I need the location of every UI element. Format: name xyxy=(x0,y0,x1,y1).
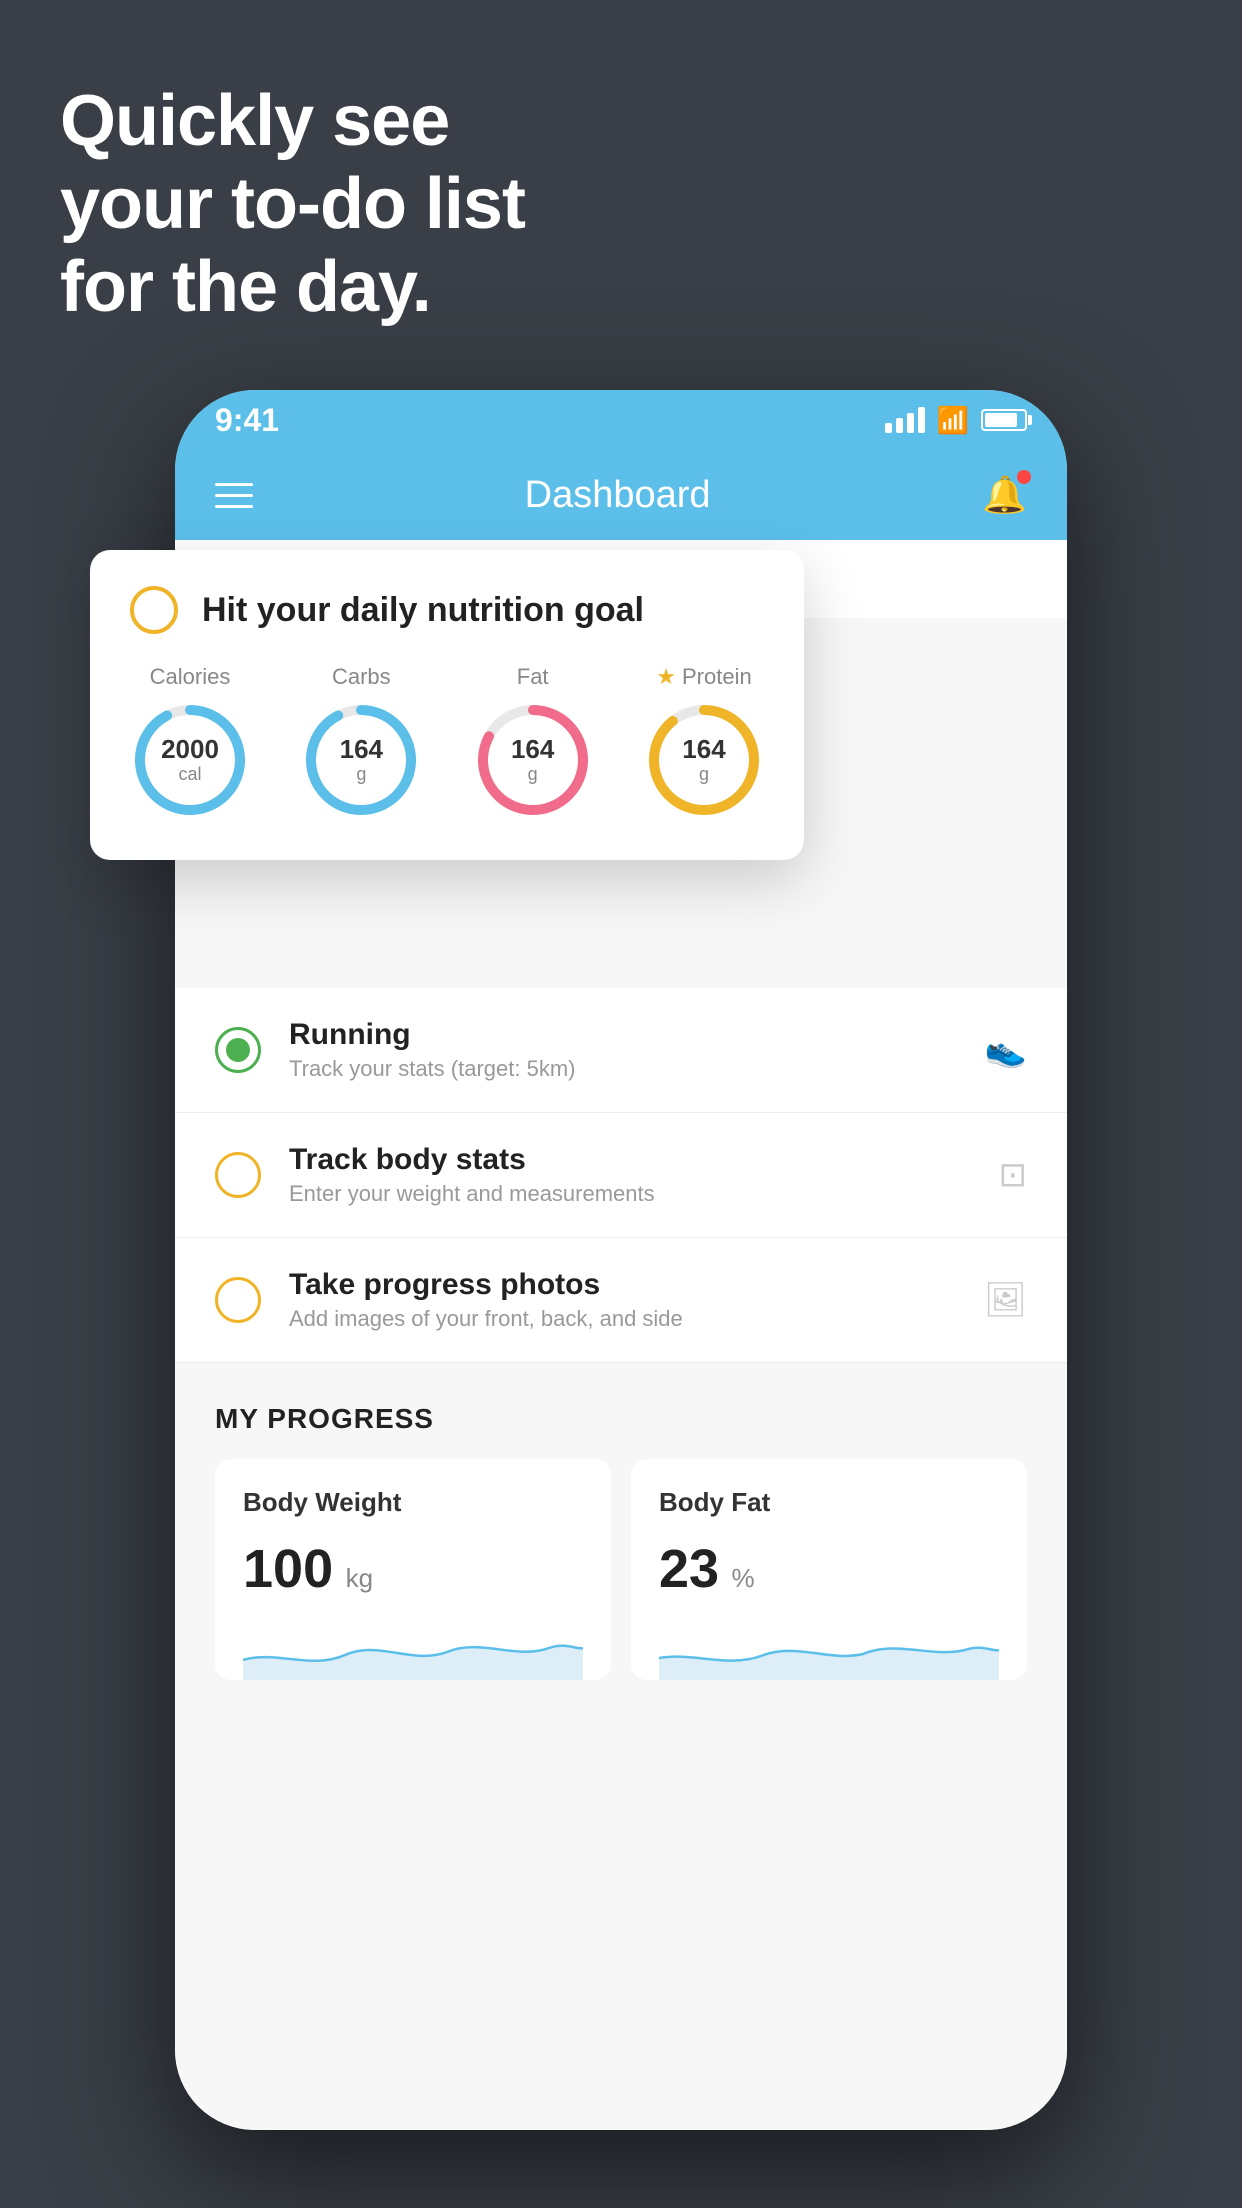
scale-icon: ⊡ xyxy=(999,1155,1028,1195)
todo-subtitle-running: Track your stats (target: 5km) xyxy=(289,1056,957,1082)
todo-text: Track body stats Enter your weight and m… xyxy=(289,1143,971,1207)
progress-chart-weight xyxy=(243,1620,583,1680)
todo-text: Take progress photos Add images of your … xyxy=(289,1268,956,1332)
todo-check-circle-green xyxy=(215,1027,261,1073)
todo-check-circle-yellow-2 xyxy=(215,1277,261,1323)
status-bar: 9:41 📶 xyxy=(175,390,1067,450)
progress-fat-value: 23 xyxy=(659,1539,719,1599)
wifi-icon: 📶 xyxy=(937,405,969,436)
donut-calories: 2000 cal xyxy=(130,700,250,820)
status-icons: 📶 xyxy=(885,405,1027,436)
todo-item-progress-photos[interactable]: Take progress photos Add images of your … xyxy=(175,1238,1067,1363)
progress-section: MY PROGRESS Body Weight 100 kg xyxy=(175,1363,1067,1700)
bell-icon[interactable]: 🔔 xyxy=(982,474,1027,516)
donut-unit-protein: g xyxy=(682,764,725,785)
progress-fat-unit: % xyxy=(732,1563,755,1593)
donut-unit-fat: g xyxy=(511,764,554,785)
progress-card-title-fat: Body Fat xyxy=(659,1487,999,1518)
status-time: 9:41 xyxy=(215,402,279,439)
todo-subtitle-body-stats: Enter your weight and measurements xyxy=(289,1181,971,1207)
progress-section-title: MY PROGRESS xyxy=(215,1403,1027,1435)
donut-value-calories: 2000 xyxy=(161,735,219,764)
todo-title-running: Running xyxy=(289,1018,957,1052)
stat-carbs: Carbs 164 g xyxy=(301,664,421,820)
todo-list: Running Track your stats (target: 5km) 👟… xyxy=(175,988,1067,1363)
todo-subtitle-progress-photos: Add images of your front, back, and side xyxy=(289,1306,956,1332)
progress-weight-unit: kg xyxy=(346,1563,373,1593)
nav-title: Dashboard xyxy=(525,474,711,517)
stat-label-protein: ★ Protein xyxy=(656,664,751,690)
star-icon: ★ xyxy=(656,664,676,690)
progress-card-body-fat[interactable]: Body Fat 23 % xyxy=(631,1459,1027,1680)
nutrition-card-title: Hit your daily nutrition goal xyxy=(202,591,644,630)
donut-fat: 164 g xyxy=(473,700,593,820)
donut-unit-calories: cal xyxy=(161,764,219,785)
todo-title-body-stats: Track body stats xyxy=(289,1143,971,1177)
progress-card-body-weight[interactable]: Body Weight 100 kg xyxy=(215,1459,611,1680)
progress-card-value-row-fat: 23 % xyxy=(659,1538,999,1600)
todo-item-body-stats[interactable]: Track body stats Enter your weight and m… xyxy=(175,1113,1067,1238)
stat-fat: Fat 164 g xyxy=(473,664,593,820)
headline: Quickly see your to-do list for the day. xyxy=(60,80,525,328)
progress-card-value-row-weight: 100 kg xyxy=(243,1538,583,1600)
todo-title-progress-photos: Take progress photos xyxy=(289,1268,956,1302)
progress-card-title-weight: Body Weight xyxy=(243,1487,583,1518)
nav-bar: Dashboard 🔔 xyxy=(175,450,1067,540)
donut-protein: 164 g xyxy=(644,700,764,820)
hamburger-menu-icon[interactable] xyxy=(215,483,253,508)
todo-check-circle-yellow xyxy=(215,1152,261,1198)
photo-icon: 🖼 xyxy=(984,1280,1027,1320)
battery-icon xyxy=(981,409,1027,431)
notification-dot xyxy=(1017,470,1031,484)
todo-text: Running Track your stats (target: 5km) xyxy=(289,1018,957,1082)
progress-cards: Body Weight 100 kg Body Fat xyxy=(215,1459,1027,1680)
donut-value-protein: 164 xyxy=(682,735,725,764)
donut-carbs: 164 g xyxy=(301,700,421,820)
stat-calories: Calories 2000 cal xyxy=(130,664,250,820)
nutrition-card[interactable]: Hit your daily nutrition goal Calories 2… xyxy=(90,550,804,860)
stat-label-fat: Fat xyxy=(517,664,549,690)
signal-bars-icon xyxy=(885,407,925,433)
nutrition-stats: Calories 2000 cal Carbs xyxy=(130,664,764,820)
stat-protein: ★ Protein 164 g xyxy=(644,664,764,820)
nutrition-check-circle xyxy=(130,586,178,634)
progress-weight-value: 100 xyxy=(243,1539,333,1599)
donut-unit-carbs: g xyxy=(340,764,383,785)
donut-value-carbs: 164 xyxy=(340,735,383,764)
running-shoe-icon: 👟 xyxy=(985,1030,1027,1070)
todo-item-running[interactable]: Running Track your stats (target: 5km) 👟 xyxy=(175,988,1067,1113)
stat-label-calories: Calories xyxy=(150,664,231,690)
nutrition-card-header: Hit your daily nutrition goal xyxy=(130,586,764,634)
donut-value-fat: 164 xyxy=(511,735,554,764)
stat-label-carbs: Carbs xyxy=(332,664,391,690)
progress-chart-fat xyxy=(659,1620,999,1680)
